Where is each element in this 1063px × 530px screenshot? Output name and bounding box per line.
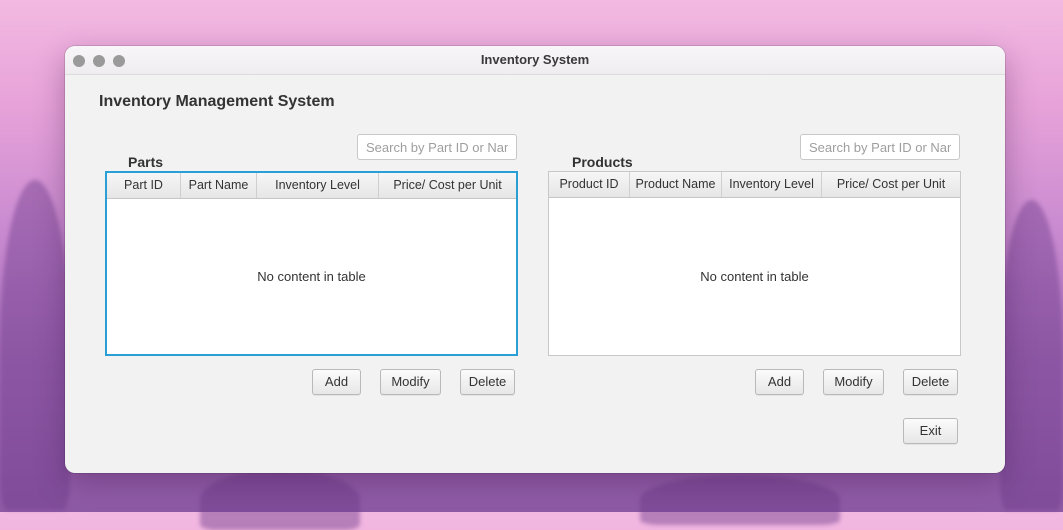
products-table-header: Product ID Product Name Inventory Level …	[549, 172, 960, 198]
column-header-inventory-level[interactable]: Inventory Level	[257, 173, 379, 198]
window-titlebar[interactable]: Inventory System	[65, 46, 1005, 75]
app-window: Inventory System Inventory Management Sy…	[65, 46, 1005, 473]
products-delete-button[interactable]: Delete	[903, 369, 958, 395]
products-add-button[interactable]: Add	[755, 369, 804, 395]
products-search-input[interactable]	[800, 134, 960, 160]
parts-delete-button[interactable]: Delete	[460, 369, 515, 395]
background-tree	[0, 180, 70, 510]
column-header-inventory-level[interactable]: Inventory Level	[722, 172, 822, 197]
products-table[interactable]: Product ID Product Name Inventory Level …	[548, 171, 961, 356]
parts-section-label: Parts	[128, 154, 164, 170]
background-tree	[640, 475, 840, 525]
products-table-empty-message: No content in table	[700, 268, 809, 284]
window-title: Inventory System	[480, 52, 590, 67]
column-header-price[interactable]: Price/ Cost per Unit	[822, 172, 960, 197]
column-header-part-id[interactable]: Part ID	[107, 173, 181, 198]
parts-modify-button[interactable]: Modify	[380, 369, 441, 395]
background-tree	[200, 470, 360, 530]
products-section-label: Products	[572, 154, 633, 170]
background-tree	[1000, 200, 1063, 510]
exit-button[interactable]: Exit	[903, 418, 958, 444]
column-header-part-name[interactable]: Part Name	[181, 173, 257, 198]
parts-search-input[interactable]	[357, 134, 517, 160]
page-title: Inventory Management System	[99, 93, 335, 110]
parts-add-button[interactable]: Add	[312, 369, 361, 395]
parts-table[interactable]: Part ID Part Name Inventory Level Price/…	[105, 171, 518, 356]
column-header-price[interactable]: Price/ Cost per Unit	[379, 173, 516, 198]
column-header-product-id[interactable]: Product ID	[549, 172, 630, 197]
parts-table-empty-message: No content in table	[257, 268, 366, 284]
column-header-product-name[interactable]: Product Name	[630, 172, 722, 197]
parts-table-header: Part ID Part Name Inventory Level Price/…	[107, 173, 516, 199]
products-modify-button[interactable]: Modify	[823, 369, 884, 395]
